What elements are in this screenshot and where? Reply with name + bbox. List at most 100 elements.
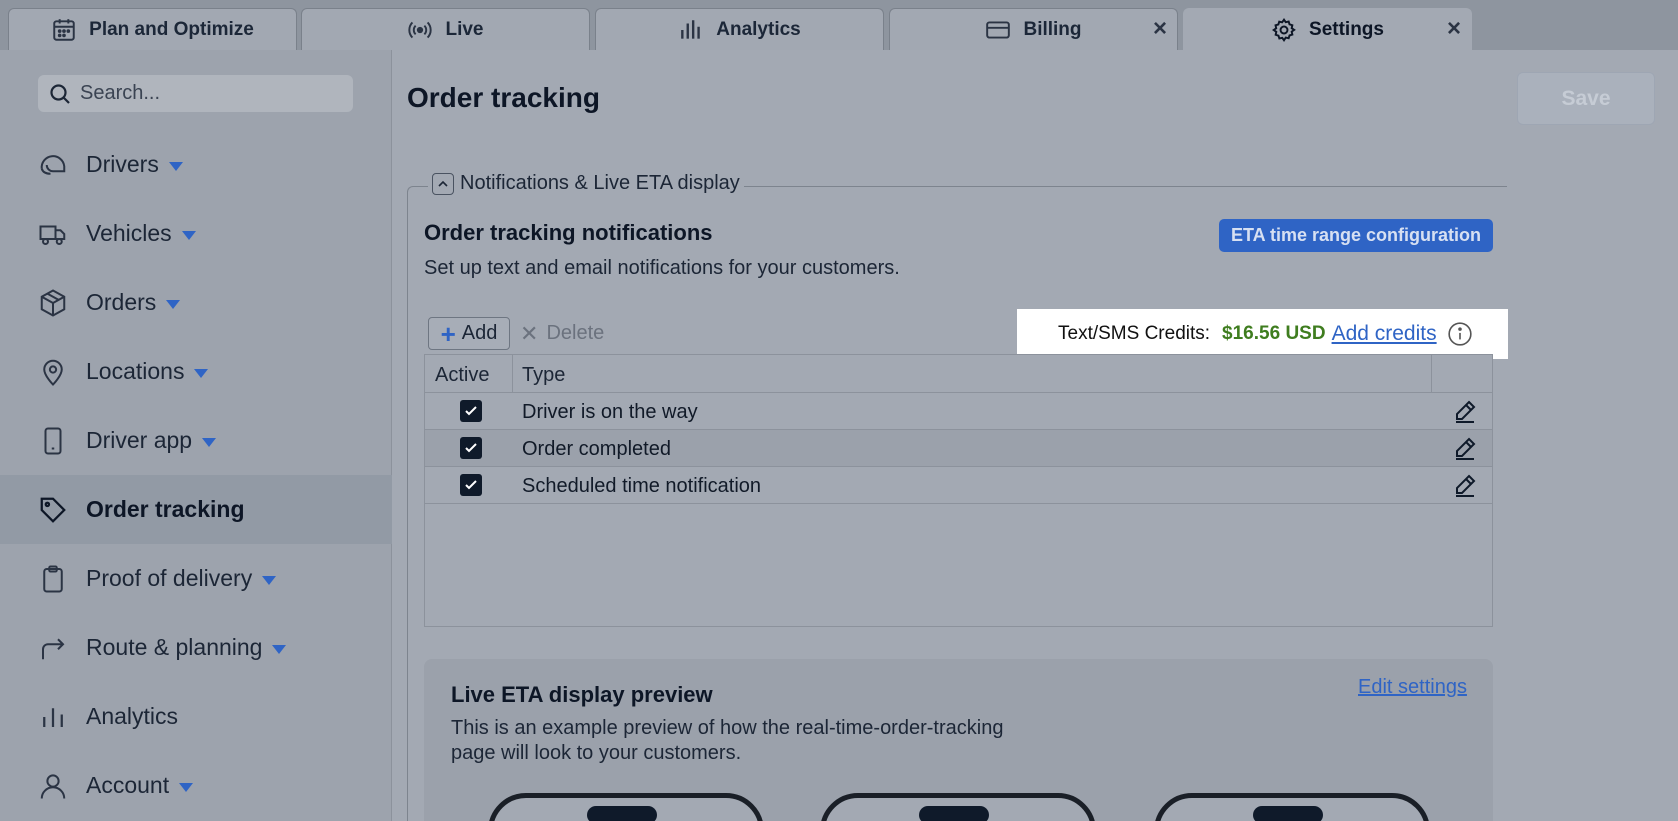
- tag-icon: [40, 497, 66, 523]
- add-credits-link[interactable]: Add credits: [1332, 322, 1437, 346]
- chevron-down-icon[interactable]: [272, 644, 287, 654]
- phone-icon: [44, 427, 62, 454]
- notifications-table: Active Type Driver is on the way Order c…: [424, 354, 1493, 627]
- chevron-down-icon[interactable]: [168, 161, 183, 171]
- chevron-down-icon[interactable]: [166, 299, 181, 309]
- tab-plan-and-optimize[interactable]: Plan and Optimize: [8, 8, 297, 50]
- sidebar-item-label: Account: [86, 772, 170, 798]
- credits-amount: $16.56 USD: [1222, 323, 1326, 344]
- active-checkbox[interactable]: [460, 437, 482, 459]
- sidebar-item-label: Drivers: [86, 151, 159, 177]
- chevron-down-icon[interactable]: [179, 782, 194, 792]
- sidebar-item-label: Proof of delivery: [86, 565, 253, 591]
- section-title: Order tracking notifications: [424, 220, 713, 245]
- table-row[interactable]: Driver is on the way: [425, 393, 1492, 430]
- column-divider: [512, 355, 513, 393]
- sidebar-item-route-planning[interactable]: Route & planning: [0, 613, 392, 682]
- bar-chart-icon: [43, 707, 63, 727]
- tab-label: Plan and Optimize: [89, 18, 254, 40]
- tab-label: Billing: [1023, 18, 1082, 40]
- sidebar-item-analytics[interactable]: Analytics: [0, 682, 392, 751]
- sms-credits-panel: Text/SMS Credits: $16.56 USD Add credits: [1017, 309, 1508, 359]
- active-checkbox[interactable]: [460, 474, 482, 496]
- chevron-down-icon[interactable]: [262, 575, 277, 585]
- sidebar-item-driver-app[interactable]: Driver app: [0, 406, 392, 475]
- phone-preview: [1154, 793, 1430, 821]
- calendar-icon: [53, 18, 75, 41]
- page-title: Order tracking: [407, 82, 600, 113]
- eta-config-button[interactable]: ETA time range configuration: [1219, 219, 1493, 252]
- sidebar-item-orders[interactable]: Orders: [0, 268, 392, 337]
- sidebar-item-label: Driver app: [86, 427, 193, 453]
- column-divider: [1431, 355, 1432, 393]
- collapse-button[interactable]: [432, 172, 454, 195]
- chevron-down-icon[interactable]: [202, 437, 217, 447]
- map-pin-icon: [43, 359, 63, 386]
- table-row[interactable]: Scheduled time notification: [425, 467, 1492, 504]
- sidebar-item-account[interactable]: Account: [0, 751, 392, 820]
- check-icon: [465, 480, 477, 490]
- chevron-down-icon[interactable]: [194, 368, 209, 378]
- plus-icon: +: [440, 318, 456, 349]
- pencil-icon[interactable]: [1453, 399, 1477, 423]
- table-header: Active Type: [425, 355, 1492, 393]
- notification-type: Scheduled time notification: [522, 475, 762, 497]
- column-header-type: Type: [522, 364, 566, 386]
- sidebar-item-label: Orders: [86, 289, 157, 315]
- chevron-down-icon[interactable]: [181, 230, 196, 240]
- phone-preview: [488, 793, 764, 821]
- edit-settings-link[interactable]: Edit settings: [1358, 676, 1467, 699]
- add-label: Add: [461, 322, 498, 344]
- active-checkbox[interactable]: [460, 400, 482, 422]
- sidebar-item-vehicles[interactable]: Vehicles: [0, 199, 392, 268]
- tab-settings[interactable]: Settings ×: [1183, 8, 1472, 50]
- sidebar-item-label: Vehicles: [86, 220, 172, 246]
- phone-preview: [820, 793, 1096, 821]
- bar-chart-icon: [681, 19, 701, 39]
- notification-type: Order completed: [522, 438, 671, 460]
- delete-button[interactable]: ✕ Delete: [520, 317, 604, 350]
- sidebar-item-label: Route & planning: [86, 634, 263, 660]
- preview-description: This is an example preview of how the re…: [451, 717, 1004, 764]
- sidebar-item-drivers[interactable]: Drivers: [0, 130, 392, 199]
- close-icon[interactable]: ×: [1153, 17, 1167, 41]
- sidebar-item-locations[interactable]: Locations: [0, 337, 392, 406]
- sidebar-item-proof-of-delivery[interactable]: Proof of delivery: [0, 544, 392, 613]
- tab-label: Analytics: [716, 18, 801, 40]
- sidebar-item-label: Analytics: [86, 703, 179, 729]
- delete-label: Delete: [546, 322, 605, 344]
- info-icon[interactable]: [1447, 321, 1473, 347]
- pencil-icon[interactable]: [1453, 436, 1477, 460]
- check-icon: [465, 443, 477, 453]
- package-icon: [40, 288, 66, 317]
- pencil-icon[interactable]: [1453, 473, 1477, 497]
- search-box[interactable]: [38, 75, 353, 112]
- search-icon: [50, 83, 70, 104]
- phone-notch: [919, 806, 989, 821]
- helmet-icon: [40, 154, 66, 175]
- broadcast-icon: [408, 21, 433, 38]
- tab-analytics[interactable]: Analytics: [595, 8, 884, 50]
- sidebar: Drivers Vehicles Orders Locations Driver…: [0, 50, 392, 821]
- sidebar-item-label: Locations: [86, 358, 185, 384]
- column-header-active: Active: [435, 364, 490, 386]
- tab-label: Live: [445, 18, 484, 40]
- save-button[interactable]: Save: [1517, 72, 1655, 125]
- gear-icon: [1272, 17, 1296, 42]
- legend-text: Notifications & Live ETA display: [460, 172, 740, 194]
- tab-billing[interactable]: Billing ×: [889, 8, 1178, 50]
- notification-type: Driver is on the way: [522, 401, 698, 423]
- search-input[interactable]: [80, 82, 340, 105]
- chevron-up-icon: [438, 180, 448, 187]
- tab-live[interactable]: Live: [301, 8, 590, 50]
- fieldset-legend: Notifications & Live ETA display: [428, 172, 744, 195]
- sidebar-item-order-tracking[interactable]: Order tracking: [0, 475, 392, 544]
- table-row[interactable]: Order completed: [425, 430, 1492, 467]
- add-button[interactable]: + Add: [428, 317, 510, 350]
- user-icon: [40, 773, 66, 799]
- clipboard-icon: [43, 565, 63, 592]
- sidebar-item-label: Order tracking: [86, 496, 245, 522]
- close-icon[interactable]: ×: [1447, 17, 1461, 41]
- truck-icon: [39, 225, 66, 245]
- x-icon: ✕: [520, 320, 539, 346]
